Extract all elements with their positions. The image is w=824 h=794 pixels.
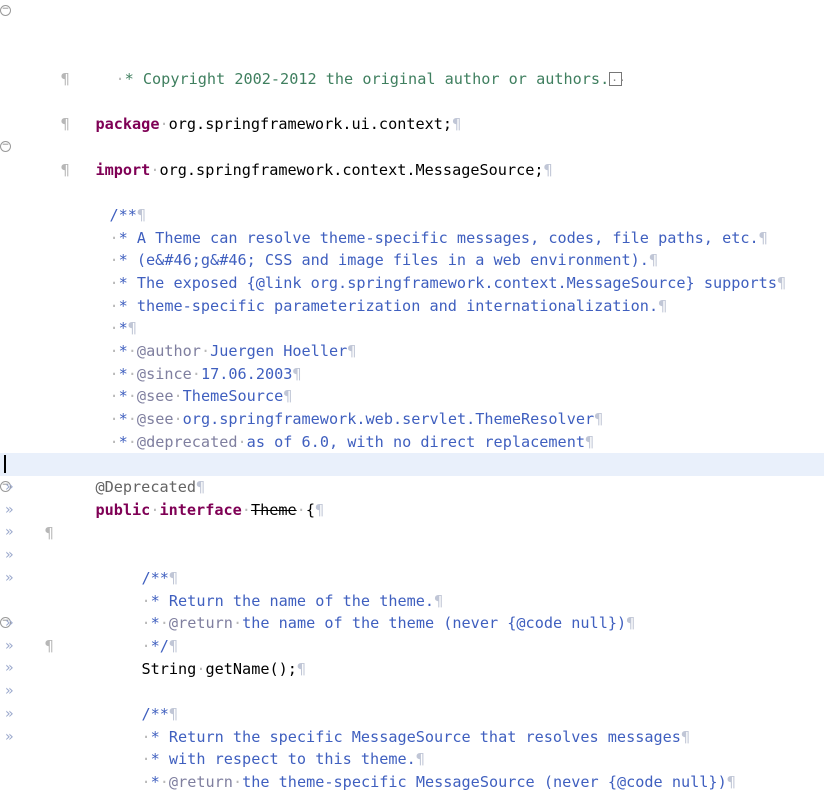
code-line[interactable]: ¶: [0, 23, 824, 88]
code-line[interactable]: ·* (e&#46;g&#46; CSS and image files in …: [0, 181, 824, 269]
indent-guide-icon: »: [5, 683, 14, 700]
code-line[interactable]: » MessageSource·getMessageSource();¶: [0, 726, 824, 749]
line-gutter[interactable]: [0, 0, 24, 23]
line-gutter: [0, 45, 24, 68]
fold-collapse-icon[interactable]: [0, 141, 11, 153]
line-gutter: [0, 317, 24, 340]
indent-guide-icon: »: [5, 660, 14, 677]
line-gutter: [0, 295, 24, 318]
line-gutter: [0, 748, 24, 771]
code-line[interactable]: » ·* Return the specific MessageSource t…: [0, 635, 824, 746]
code-line[interactable]: » ·*/¶: [0, 703, 824, 726]
code-line[interactable]: » ·* with respect to this theme.¶: [0, 657, 824, 768]
current-line[interactable]: ¶: [0, 453, 824, 542]
code-line[interactable]: » /**¶: [0, 476, 824, 587]
code-line[interactable]: ¶: [0, 113, 824, 179]
line-gutter: [0, 340, 24, 363]
line-gutter: [0, 453, 24, 476]
code-line[interactable]: ·*·@since·17.06.2003¶: [0, 295, 824, 383]
line-gutter: [0, 771, 24, 794]
code-line[interactable]: ·*·@author·Juergen Hoeller¶: [0, 272, 824, 360]
code-line[interactable]: ¶: [0, 748, 824, 771]
code-line[interactable]: » ·*·@return·the theme-specific MessageS…: [0, 680, 824, 791]
code-line[interactable]: » ·*/¶: [0, 544, 824, 655]
line-gutter: [0, 249, 24, 272]
code-line[interactable]: package·org.springframework.ui.context;¶: [0, 45, 824, 133]
line-gutter: [0, 68, 24, 91]
code-line[interactable]: ·* A Theme can resolve theme-specific me…: [0, 159, 824, 247]
line-gutter: [0, 113, 24, 136]
line-gutter: [0, 385, 24, 408]
code-line[interactable]: public·interface·Theme·{¶: [0, 431, 824, 519]
code-line[interactable]: ·* The exposed {@link org.springframewor…: [0, 204, 824, 292]
indent-guide-icon: »: [5, 501, 14, 518]
code-line[interactable]: ·*/¶: [0, 385, 824, 473]
indent-guide-icon: »: [5, 705, 14, 722]
indent-guide-icon: »: [5, 524, 14, 541]
code-line[interactable]: » /**¶: [0, 612, 824, 723]
code-line[interactable]: ·*·@deprecated·as of 6.0, with no direct…: [0, 363, 824, 451]
code-line[interactable]: ·* theme-specific parameterization and i…: [0, 227, 824, 315]
code-line[interactable]: @Deprecated¶: [0, 408, 824, 496]
indent-guide-icon: »: [5, 728, 14, 745]
code-line[interactable]: ¶: [0, 589, 824, 655]
fold-collapse-icon[interactable]: [0, 5, 11, 16]
line-gutter: [0, 23, 24, 46]
code-line[interactable]: import·org.springframework.context.Messa…: [0, 91, 824, 179]
code-line[interactable]: /**¶: [0, 136, 824, 224]
line-gutter: [0, 181, 24, 204]
code-line[interactable]: » ·*·@return·the name of the theme (neve…: [0, 521, 824, 632]
code-line[interactable]: ·* Copyright 2002-2012 the original auth…: [0, 0, 824, 93]
code-editor-canvas[interactable]: ·* Copyright 2002-2012 the original auth…: [0, 0, 824, 794]
indent-guide-icon: »: [5, 479, 14, 496]
line-gutter: [0, 91, 24, 114]
line-gutter: [0, 204, 24, 227]
line-gutter: [0, 408, 24, 431]
indent-guide-icon: »: [5, 615, 14, 632]
indent-guide-icon: »: [5, 547, 14, 564]
line-gutter: [0, 589, 24, 612]
line-gutter[interactable]: [0, 136, 24, 159]
line-gutter: [0, 363, 24, 386]
code-line[interactable]: ·*¶: [0, 249, 824, 337]
code-line[interactable]: ·*·@see·org.springframework.web.servlet.…: [0, 340, 824, 428]
code-line[interactable]: ¶: [0, 68, 824, 133]
code-line[interactable]: » ·* Return the name of the theme.¶: [0, 499, 824, 610]
line-gutter: [0, 227, 24, 250]
line-gutter: [0, 272, 24, 295]
indent-guide-icon: »: [5, 569, 14, 586]
code-line[interactable]: }¶: [0, 771, 824, 794]
line-gutter: [0, 159, 24, 182]
code-line[interactable]: ·*·@see·ThemeSource¶: [0, 317, 824, 405]
code-line[interactable]: » String·getName();¶: [0, 567, 824, 678]
indent-guide-icon: »: [5, 637, 14, 654]
line-gutter: [0, 431, 24, 454]
